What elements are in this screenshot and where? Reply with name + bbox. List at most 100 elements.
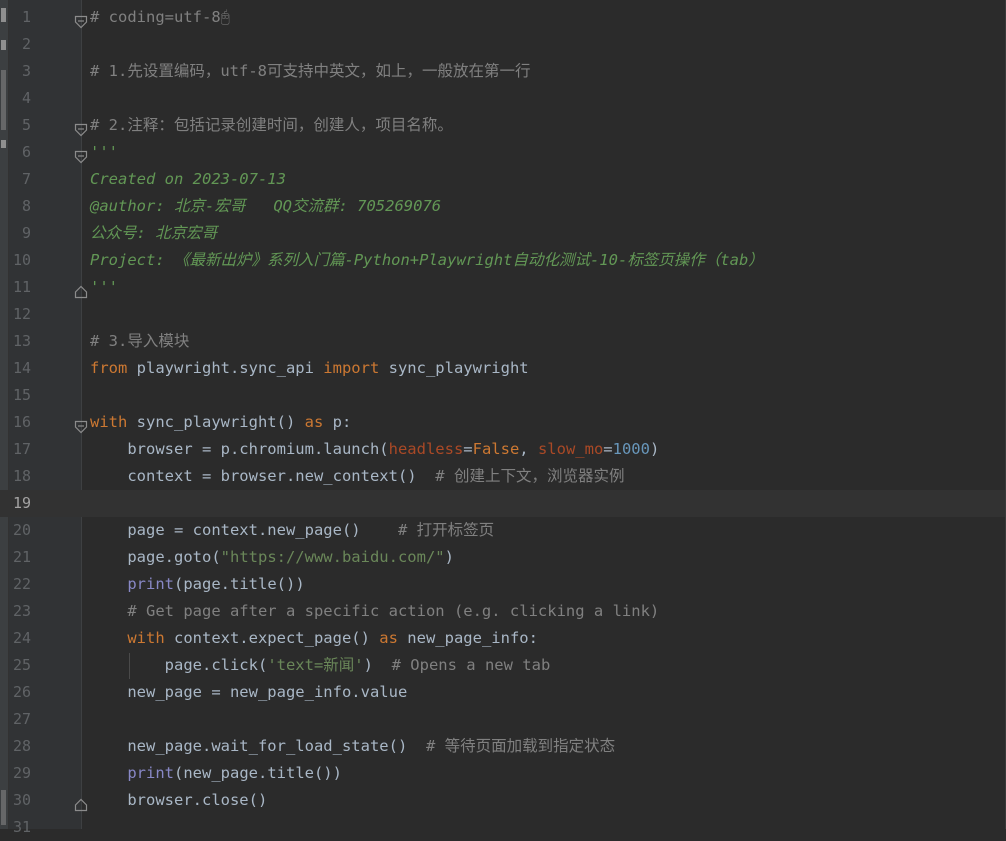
code-editor[interactable]: 1 # coding=utf-8🖰 2 3 # 1.先设置编码，utf-8可支持中英文，… [0,0,1006,836]
code-line[interactable]: 10 Project: 《最新出炉》系列入门篇-Python+Playwright… [0,247,1006,274]
code-line[interactable]: 15 [0,382,1006,409]
code-token: # 等待页面加载到指定状态 [425,737,616,755]
code-text[interactable]: # Get page after a specific action (e.g.… [90,598,659,625]
code-token: context = browser.new_context() [90,467,436,485]
code-line[interactable]: 31 [0,814,1006,841]
code-line[interactable]: 22 print(page.title()) [0,571,1006,598]
code-text[interactable]: context = browser.new_context() # 创建上下文，… [90,463,624,490]
line-number: 1 [21,8,31,26]
code-line[interactable]: 8 @author: 北京-宏哥 QQ交流群: 705269076 [0,193,1006,220]
code-token: ) [363,656,392,674]
code-line[interactable]: 1 # coding=utf-8🖰 [0,4,1006,31]
code-line[interactable]: 28 new_page.wait_for_load_state() # 等待页面… [0,733,1006,760]
fold-close-icon[interactable] [74,281,88,299]
code-token: # Opens a new tab [391,656,551,674]
line-number: 26 [12,683,31,701]
code-line[interactable]: 18 context = browser.new_context() # 创建上… [0,463,1006,490]
indent-guide [129,653,130,679]
code-line[interactable]: 3 # 1.先设置编码，utf-8可支持中英文，如上，一般放在第一行 [0,58,1006,85]
code-text[interactable]: ''' [90,139,118,166]
code-token: # 1.先设置编码，utf-8可支持中英文，如上，一般放在第一行 [90,62,531,80]
code-line[interactable]: 4 [0,85,1006,112]
line-number: 22 [12,575,31,593]
fold-open-icon[interactable] [74,146,88,164]
code-token: # 3.导入模块 [90,332,190,350]
code-token: playwright.sync_api [127,359,324,377]
code-text[interactable]: browser.close() [90,787,267,814]
code-token: ''' [90,278,118,296]
line-number: 14 [12,359,31,377]
line-number: 31 [12,818,31,836]
code-lines[interactable]: 1 # coding=utf-8🖰 2 3 # 1.先设置编码，utf-8可支持中英文，… [0,4,1006,841]
code-text[interactable]: ''' [90,274,118,301]
code-text[interactable]: with sync_playwright() as p: [90,409,351,436]
code-text[interactable]: print(new_page.title()) [90,760,342,787]
code-token: print [127,575,174,593]
code-line[interactable]: 12 [0,301,1006,328]
code-text[interactable]: # 2.注释：包括记录创建时间，创建人，项目名称。 [90,112,453,139]
code-text[interactable]: # 1.先设置编码，utf-8可支持中英文，如上，一般放在第一行 [90,58,531,85]
code-token: (new_page.title()) [174,764,342,782]
code-text[interactable]: with context.expect_page() as new_page_i… [90,625,538,652]
code-text[interactable]: @author: 北京-宏哥 QQ交流群: 705269076 [90,193,441,220]
code-line[interactable]: 6 ''' [0,139,1006,166]
fold-open-icon[interactable] [74,119,88,137]
code-text[interactable]: 公众号: 北京宏哥 [90,220,217,247]
line-number: 23 [12,602,31,620]
code-line[interactable]: 29 print(new_page.title()) [0,760,1006,787]
code-line[interactable]: 11 ''' [0,274,1006,301]
code-line[interactable]: 25 page.click('text=新闻') # Opens a new t… [0,652,1006,679]
code-token: # coding=utf-8 [90,8,221,26]
code-line[interactable]: 5 # 2.注释：包括记录创建时间，创建人，项目名称。 [0,112,1006,139]
code-line[interactable]: 20 page = context.new_page() # 打开标签页 [0,517,1006,544]
line-number: 16 [12,413,31,431]
code-line[interactable]: 17 browser = p.chromium.launch(headless=… [0,436,1006,463]
code-line[interactable]: 16 with sync_playwright() as p: [0,409,1006,436]
code-text[interactable]: page.goto("https://www.baidu.com/") [90,544,454,571]
code-token: headless [388,440,464,458]
code-token: 🖰 [220,8,230,26]
code-text[interactable]: from playwright.sync_api import sync_pla… [90,355,529,382]
code-text[interactable]: Created on 2023-07-13 [90,166,286,193]
fold-close-icon[interactable] [74,794,88,812]
code-line[interactable]: 23 # Get page after a specific action (e… [0,598,1006,625]
line-number: 6 [21,143,31,161]
code-text[interactable]: new_page.wait_for_load_state() # 等待页面加载到… [90,733,615,760]
code-text[interactable]: # coding=utf-8🖰 [90,4,230,31]
line-number: 29 [12,764,31,782]
code-line[interactable]: 26 new_page = new_page_info.value [0,679,1006,706]
code-token: browser.close() [90,791,268,809]
code-text[interactable]: page.click('text=新闻') # Opens a new tab [90,652,551,679]
code-text[interactable]: Project: 《最新出炉》系列入门篇-Python+Playwright自动… [90,247,764,274]
code-text[interactable]: print(page.title()) [90,571,304,598]
code-line[interactable]: 13 # 3.导入模块 [0,328,1006,355]
code-line[interactable]: 24 with context.expect_page() as new_pag… [0,625,1006,652]
code-token: "https://www.baidu.com/" [220,548,445,566]
code-line[interactable]: 14 from playwright.sync_api import sync_p… [0,355,1006,382]
line-number: 12 [12,305,31,323]
code-token: # 创建上下文，浏览器实例 [435,467,625,485]
line-number: 25 [12,656,31,674]
code-line[interactable]: 21 page.goto("https://www.baidu.com/") [0,544,1006,571]
code-line[interactable]: 7 Created on 2023-07-13 [0,166,1006,193]
code-line[interactable]: 27 [0,706,1006,733]
code-token: False [472,440,520,458]
code-text[interactable]: page = context.new_page() # 打开标签页 [90,517,494,544]
code-line[interactable]: 9 公众号: 北京宏哥 [0,220,1006,247]
code-text[interactable]: new_page = new_page_info.value [90,679,407,706]
fold-open-icon[interactable] [74,416,88,434]
code-text[interactable]: # 3.导入模块 [90,328,189,355]
line-number: 24 [12,629,31,647]
code-token: , [519,440,538,458]
line-number: 5 [21,116,31,134]
fold-open-icon[interactable] [74,11,88,29]
code-token: = [603,440,613,458]
code-line[interactable]: 2 [0,31,1006,58]
code-line[interactable]: 30 browser.close() [0,787,1006,814]
code-text[interactable]: browser = p.chromium.launch(headless=Fal… [90,436,659,463]
code-token: page = context.new_page() [90,521,398,539]
code-token: new_page = new_page_info.value [90,683,408,701]
line-number: 27 [12,710,31,728]
code-line[interactable]: 19 [0,490,1006,517]
